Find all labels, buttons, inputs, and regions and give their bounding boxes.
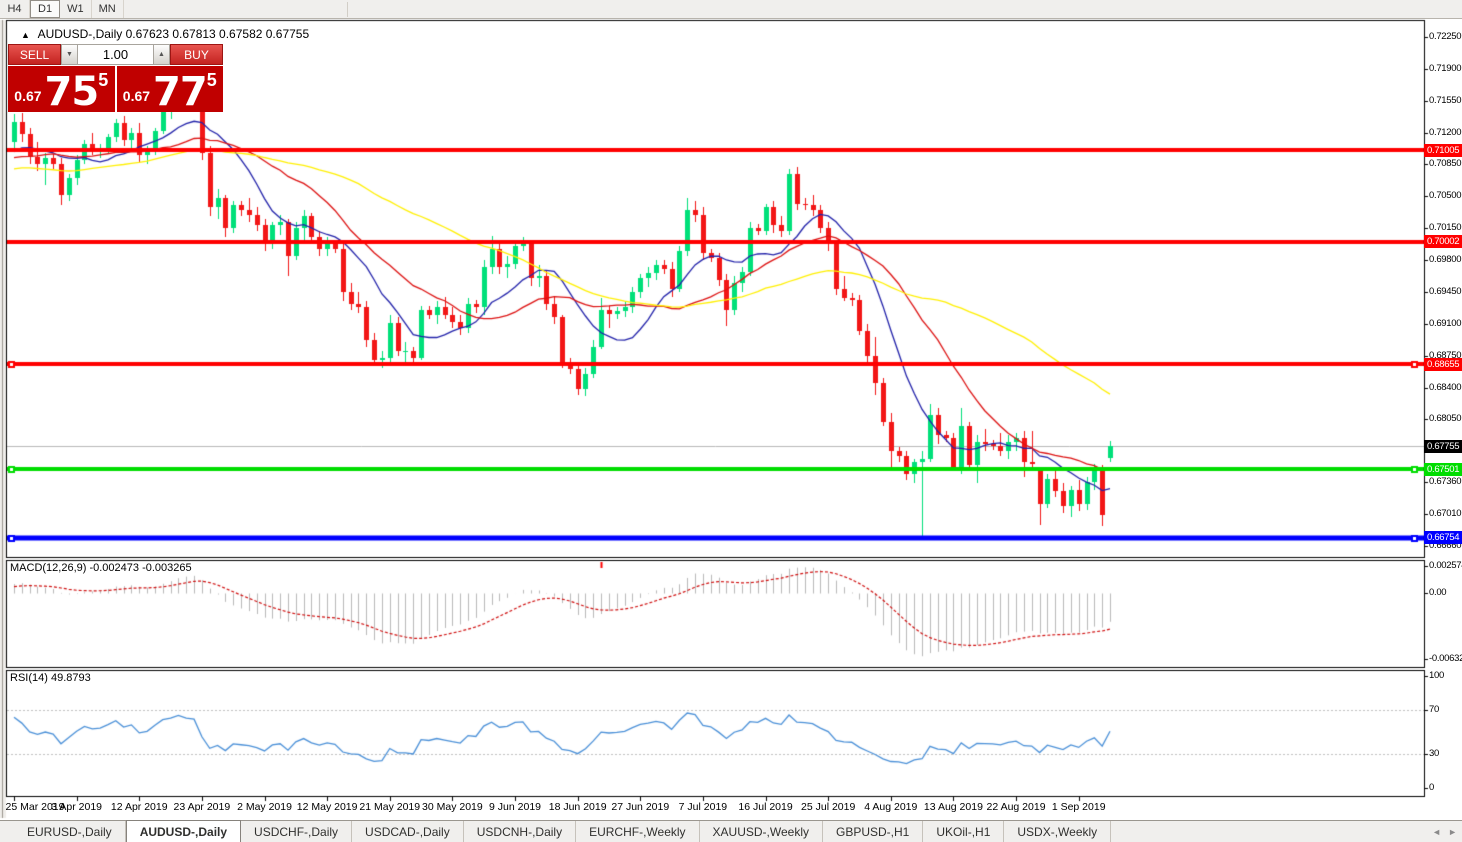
price-axis-tick: 0.71200 <box>1429 126 1462 138</box>
tab-xauusd-weekly[interactable]: XAUUSD-,Weekly <box>700 821 823 842</box>
tab-usdcad-daily[interactable]: USDCAD-,Daily <box>352 821 464 842</box>
date-axis-label: 21 May 2019 <box>359 801 421 813</box>
rsi-indicator-label: RSI(14) 49.8793 <box>10 672 91 684</box>
volume-increase-button[interactable]: ▲ <box>153 44 170 65</box>
sell-button[interactable]: SELL <box>8 44 61 65</box>
buy-price-point: 5 <box>206 70 217 90</box>
mt4-terminal: { "toolbar": { "timeframes": [ {"label":… <box>0 0 1462 842</box>
rsi-axis-tick: 100 <box>1429 670 1444 681</box>
buy-price-base: 0.67 <box>122 88 151 104</box>
hline-price-tag: 0.70002 <box>1424 235 1462 249</box>
current-price-tag: 0.67755 <box>1424 439 1462 453</box>
rsi-axis-tick: 30 <box>1429 748 1439 760</box>
timeframe-buttons: H4 D1 W1 MN <box>0 0 124 18</box>
price-axis-tick: 0.72250 <box>1429 30 1462 42</box>
object-selection-icon: ▲ <box>21 30 30 40</box>
price-axis-tick: 0.67360 <box>1429 476 1462 488</box>
chart-plot-area[interactable] <box>0 0 1462 842</box>
price-axis-tick: 0.71900 <box>1429 62 1462 74</box>
timeframe-toolbar: H4 D1 W1 MN <box>0 0 1462 19</box>
timeframe-w1-button[interactable]: W1 <box>60 0 92 18</box>
hline-price-tag: 0.68655 <box>1424 357 1462 371</box>
timeframe-d1-button[interactable]: D1 <box>30 0 61 18</box>
chart-title: ▲ AUDUSD-,Daily 0.67623 0.67813 0.67582 … <box>21 27 309 41</box>
macd-axis-tick: 0.00 <box>1429 587 1447 599</box>
tab-ukoil-h1[interactable]: UKOil-,H1 <box>923 821 1005 842</box>
tab-audusd-daily[interactable]: AUDUSD-,Daily <box>125 820 242 842</box>
date-axis-label: 12 Apr 2019 <box>110 801 168 813</box>
tab-scroll-left-icon[interactable]: ◄ <box>1432 828 1441 837</box>
sell-price-base: 0.67 <box>14 88 42 104</box>
date-axis-label: 9 Jun 2019 <box>489 801 541 813</box>
date-axis-label: 1 Sep 2019 <box>1051 801 1106 813</box>
volume-input[interactable] <box>78 44 153 65</box>
price-axis-tick: 0.70850 <box>1429 158 1462 170</box>
price-axis-tick: 0.71550 <box>1429 94 1462 106</box>
rsi-axis-tick: 70 <box>1429 703 1439 715</box>
tab-usdcnh-daily[interactable]: USDCNH-,Daily <box>464 821 577 842</box>
date-axis-label: 16 Jul 2019 <box>738 801 793 813</box>
timeframe-mn-button[interactable]: MN <box>92 0 124 18</box>
macd-axis-tick: -0.006326 <box>1429 652 1462 664</box>
macd-indicator-label: MACD(12,26,9) -0.002473 -0.003265 <box>10 562 192 574</box>
price-axis-tick: 0.69450 <box>1429 285 1462 297</box>
timeframe-h4-button[interactable]: H4 <box>0 0 30 18</box>
buy-price[interactable]: 0.67 77 5 <box>116 66 223 115</box>
sell-price-point: 5 <box>98 70 109 90</box>
date-axis-label: 25 Jul 2019 <box>801 801 856 813</box>
trade-panel-prices: 0.67 75 5 0.67 77 5 <box>8 66 223 112</box>
one-click-trading-panel: SELL ▼ ▲ BUY 0.67 75 5 0.67 77 5 <box>8 44 223 112</box>
buy-button[interactable]: BUY <box>170 44 223 65</box>
price-axis-tick: 0.69800 <box>1429 254 1462 266</box>
chart-canvas[interactable] <box>0 0 1462 842</box>
sell-price-pips: 75 <box>44 69 100 115</box>
date-axis-label: 18 Jun 2019 <box>548 801 607 813</box>
tab-gbpusd-h1[interactable]: GBPUSD-,H1 <box>823 821 924 842</box>
price-axis-tick: 0.69100 <box>1429 317 1462 329</box>
buy-price-pips: 77 <box>153 69 208 115</box>
volume-decrease-button[interactable]: ▼ <box>61 44 78 65</box>
price-axis-tick: 0.68050 <box>1429 413 1462 425</box>
date-axis-label: 7 Jul 2019 <box>678 801 728 813</box>
tab-scroll-right-icon[interactable]: ► <box>1448 828 1457 837</box>
macd-axis-tick: 0.002574 <box>1429 560 1462 572</box>
hline-price-tag: 0.66754 <box>1424 531 1462 544</box>
date-axis-label: 4 Aug 2019 <box>864 801 918 813</box>
date-axis-label: 23 Apr 2019 <box>173 801 231 813</box>
hline-price-tag: 0.67501 <box>1424 462 1462 476</box>
date-axis-label: 3 Apr 2019 <box>51 801 103 813</box>
toolbar-separator <box>347 2 348 17</box>
hline-price-tag: 0.71005 <box>1424 143 1462 157</box>
chart-tab-bar: EURUSD-,Daily AUDUSD-,Daily USDCHF-,Daily U… <box>0 820 1462 842</box>
tab-eurusd-daily[interactable]: EURUSD-,Daily <box>14 821 126 842</box>
chart-tabs: EURUSD-,Daily AUDUSD-,Daily USDCHF-,Daily U… <box>14 820 1112 842</box>
sell-price[interactable]: 0.67 75 5 <box>8 66 115 112</box>
rsi-axis-tick: 0 <box>1429 782 1434 793</box>
date-axis-label: 12 May 2019 <box>296 801 358 813</box>
date-axis-label: 30 May 2019 <box>422 801 483 813</box>
chart-ohlc-values: 0.67623 0.67813 0.67582 0.67755 <box>125 27 310 41</box>
date-axis-label: 13 Aug 2019 <box>923 801 983 813</box>
price-axis-tick: 0.67010 <box>1429 508 1462 520</box>
price-axis-tick: 0.70150 <box>1429 222 1462 234</box>
price-axis-tick: 0.70500 <box>1429 190 1462 202</box>
trade-panel-controls: SELL ▼ ▲ BUY <box>8 44 223 65</box>
tab-usdx-weekly[interactable]: USDX-,Weekly <box>1004 821 1112 842</box>
date-axis-label: 2 May 2019 <box>237 801 292 813</box>
chart-symbol-period: AUDUSD-,Daily <box>37 27 123 41</box>
date-axis-label: 27 Jun 2019 <box>611 801 670 813</box>
tab-usdchf-daily[interactable]: USDCHF-,Daily <box>241 821 353 842</box>
date-axis-label: 22 Aug 2019 <box>986 801 1046 813</box>
price-axis-tick: 0.68400 <box>1429 381 1462 393</box>
tab-eurchf-weekly[interactable]: EURCHF-,Weekly <box>576 821 700 842</box>
